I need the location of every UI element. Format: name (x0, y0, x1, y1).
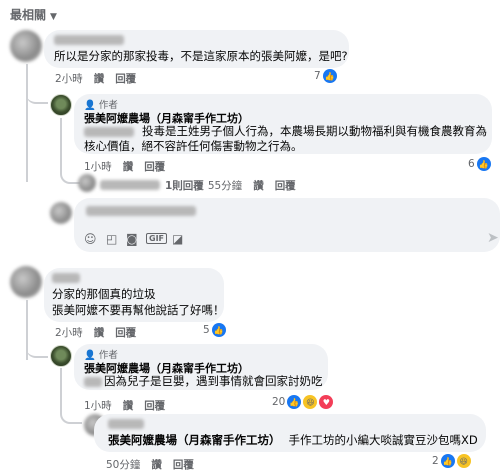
reply-time[interactable]: 1小時 (84, 161, 112, 173)
reply-time[interactable]: 1小時 (84, 400, 112, 412)
reply-button[interactable]: 回覆 (275, 180, 296, 192)
reaction-count[interactable]: 5 👍 (203, 323, 226, 337)
comment-text: 所以是分家的那家投毒，不是這家原本的張美阿嬤，是吧? (54, 49, 348, 63)
reply-bubble: 👤 作者 張美阿嬤農場（月森甯手作工坊） 投毒是王姓男子個人行為，本農場長期以動… (74, 94, 492, 154)
like-button[interactable]: 讚 (123, 161, 134, 173)
haha-icon: 😆 (303, 395, 318, 409)
reply-actions: 50分鐘讚回覆 (106, 457, 205, 471)
like-button[interactable]: 讚 (94, 73, 105, 85)
reply-text: 手作工坊的小編大啖誠實豆沙包嗎XD (288, 433, 478, 447)
reaction-count[interactable]: 6 👍 (468, 157, 491, 171)
like-icon: 👍 (211, 323, 226, 337)
thread-connector (26, 80, 48, 104)
thread-line (60, 118, 62, 164)
my-avatar (50, 202, 72, 224)
reply-button[interactable]: 回覆 (115, 327, 136, 339)
sort-label: 最相關 (10, 8, 47, 22)
like-button[interactable]: 讚 (253, 180, 264, 192)
comment-text-line2: 張美阿嬤不要再幫他說話了好嗎！ (52, 303, 225, 317)
mention-tag[interactable] (84, 377, 102, 387)
gif-icon[interactable]: GIF (146, 233, 168, 244)
author-name[interactable] (54, 35, 124, 45)
reply-actions: 1小時讚回覆 (84, 398, 176, 413)
reply-text-line2: 核心價值，絕不容許任何傷害動物之行為。 (84, 139, 303, 153)
heart-icon: ♥ (319, 395, 334, 409)
comment-actions: 2小時讚回覆 (55, 71, 147, 86)
like-icon: 👍 (322, 69, 337, 83)
avatar[interactable] (10, 266, 42, 298)
mention-tag[interactable] (84, 127, 134, 137)
chevron-down-icon: ▼ (50, 12, 57, 22)
haha-icon: 😆 (456, 454, 471, 468)
avatar[interactable] (78, 174, 96, 192)
author-name[interactable] (108, 419, 144, 429)
like-button[interactable]: 讚 (123, 400, 134, 412)
like-button[interactable]: 讚 (151, 459, 162, 471)
sticker-icon[interactable]: ◰ (106, 232, 117, 246)
comment-text-line1: 分家的那個真的垃圾 (52, 287, 156, 301)
reply-actions: 1小時讚回覆 (84, 159, 176, 174)
comment-bubble: 所以是分家的那家投毒，不是這家原本的張美阿嬤，是吧? (44, 30, 349, 68)
thread-connector (26, 338, 48, 358)
thread-connector (60, 164, 80, 184)
replier-name[interactable] (100, 180, 160, 190)
view-replies-link[interactable]: 1則回覆 (165, 180, 204, 192)
draft-mention (86, 206, 196, 216)
thread-connector (60, 404, 82, 424)
avatar[interactable] (10, 30, 42, 62)
reaction-count[interactable]: 20 👍 😆 ♥ (272, 395, 334, 409)
send-icon[interactable]: ➤ (487, 230, 499, 246)
reaction-count[interactable]: 7 👍 (314, 69, 337, 83)
reaction-count[interactable]: 2 👍 😆 (432, 454, 471, 468)
reply-button[interactable]: 回覆 (144, 400, 165, 412)
like-icon: 👍 (476, 157, 491, 171)
comment-actions: 2小時讚回覆 (55, 325, 147, 340)
reply-text: 因為兒子是巨嬰，遇到事情就會回家討奶吃 (104, 374, 323, 388)
page-avatar[interactable] (50, 345, 72, 367)
comment-time[interactable]: 2小時 (55, 327, 83, 339)
comment-time[interactable]: 2小時 (55, 73, 83, 85)
like-icon: 👍 (287, 395, 302, 409)
mention-link[interactable]: 張美阿嬤農場（月森甯手作工坊） (108, 433, 281, 447)
smiley-icon[interactable]: ☺ (84, 232, 97, 246)
sort-dropdown[interactable]: 最相關 ▼ (10, 6, 57, 23)
reply-bubble: 張美阿嬤農場（月森甯手作工坊） 手作工坊的小編大啖誠實豆沙包嗎XD (94, 414, 486, 452)
reply-input[interactable]: ☺ ◰ ◙ GIF ◪ ➤ (74, 198, 500, 252)
comment-bubble: 分家的那個真的垃圾 張美阿嬤不要再幫他說話了好嗎！ (44, 268, 225, 322)
summary-time[interactable]: 55分鐘 (208, 180, 242, 192)
author-name[interactable] (52, 273, 80, 283)
reply-button[interactable]: 回覆 (115, 73, 136, 85)
reply-button[interactable]: 回覆 (144, 161, 165, 173)
like-button[interactable]: 讚 (94, 327, 105, 339)
replies-summary-row: 1則回覆 55分鐘讚回覆 (165, 178, 307, 193)
emoji-sticker-icon[interactable]: ◪ (172, 232, 183, 246)
reply-text-line1: 投毒是王姓男子個人行為，本農場長期以動物福利與有機食農教育為 (142, 124, 487, 138)
reply-button[interactable]: 回覆 (173, 459, 194, 471)
like-icon: 👍 (440, 454, 455, 468)
page-avatar[interactable] (50, 94, 72, 116)
camera-icon[interactable]: ◙ (126, 232, 138, 246)
reply-time[interactable]: 50分鐘 (106, 459, 140, 471)
reply-bubble: 👤 作者 張美阿嬤農場（月森甯手作工坊） 因為兒子是巨嬰，遇到事情就會回家討奶吃 (74, 344, 328, 390)
